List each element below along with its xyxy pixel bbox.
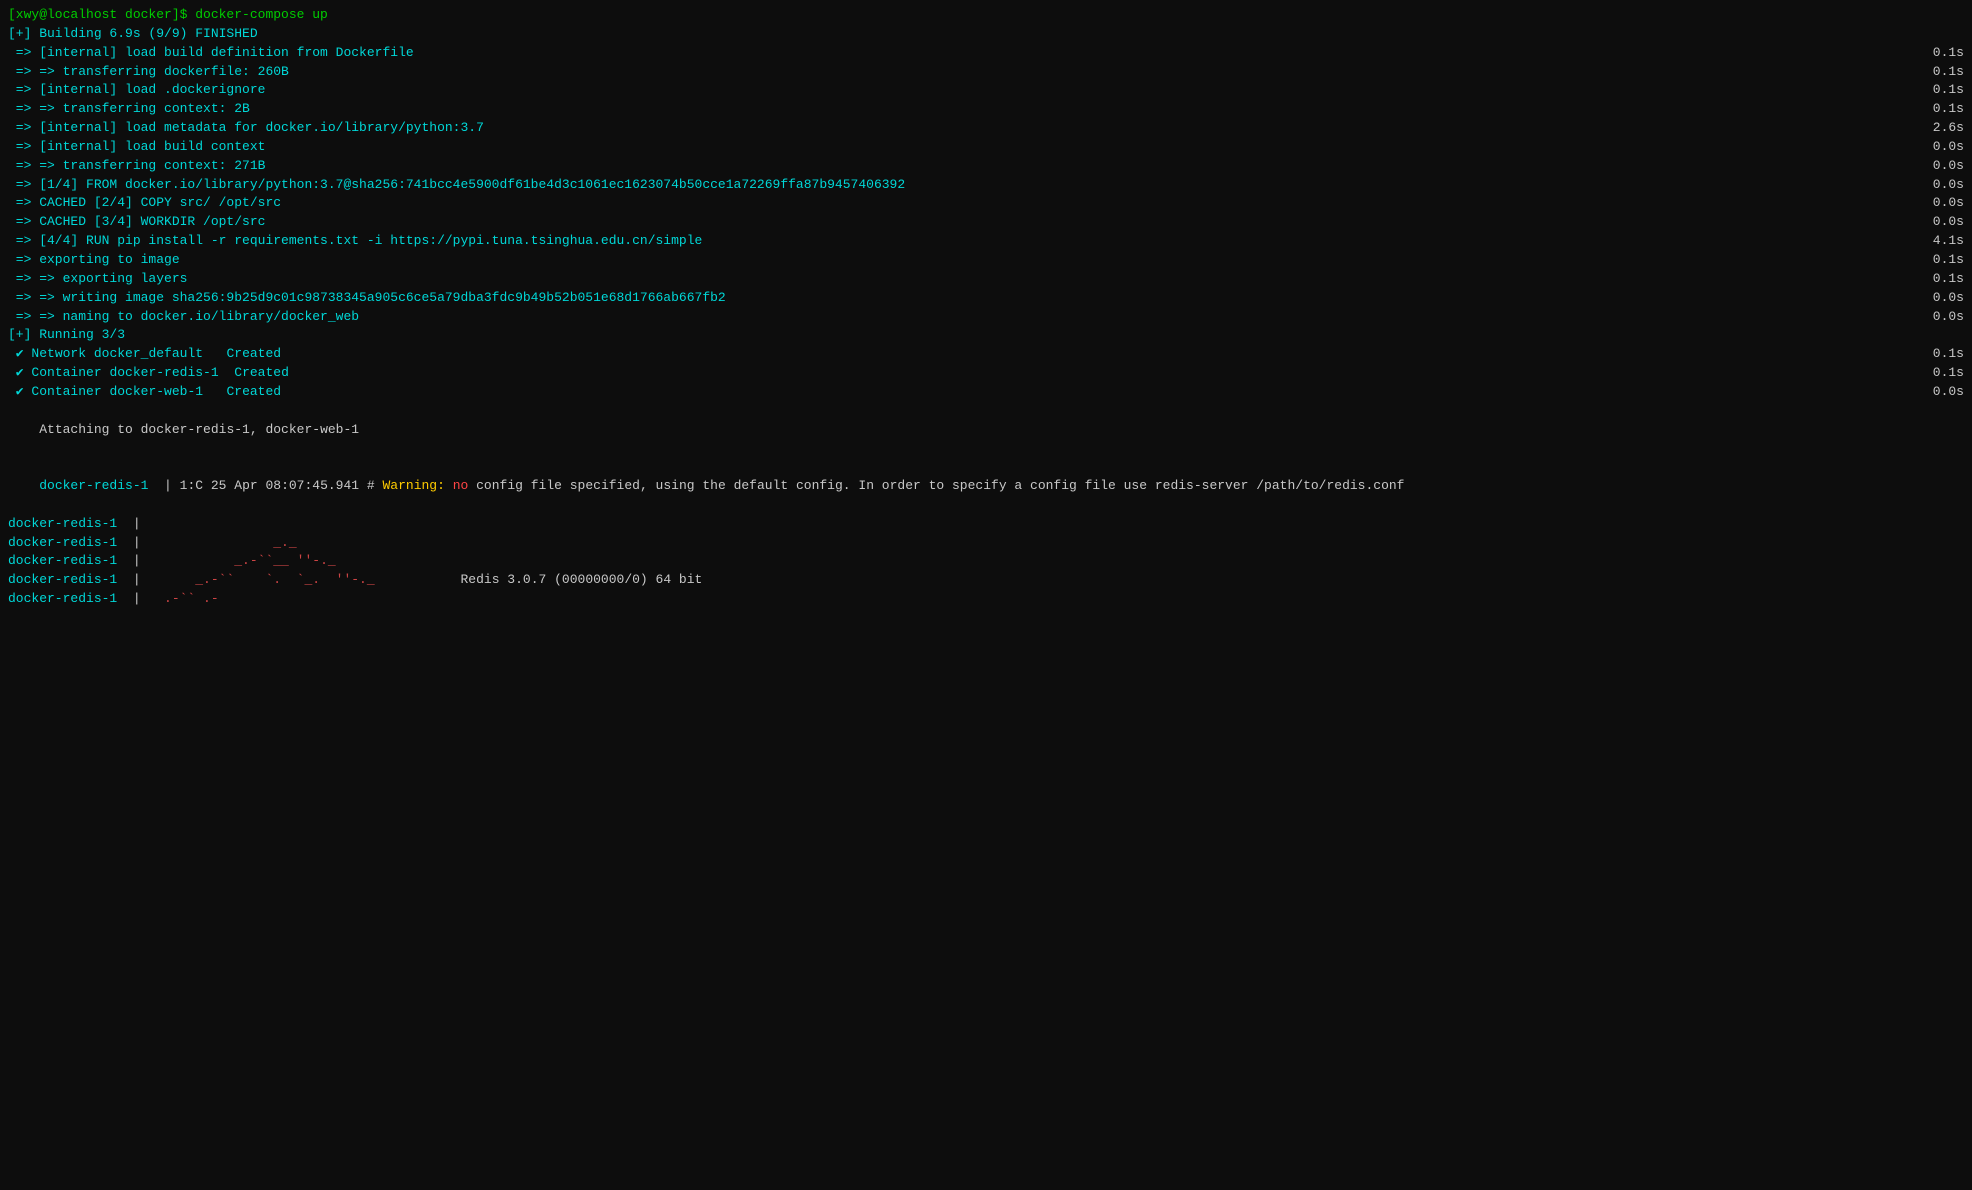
line-4: => => transferring context: 2B 0.1s (8, 100, 1964, 119)
line-8: => [1/4] FROM docker.io/library/python:3… (8, 176, 1964, 195)
line-10: => CACHED [3/4] WORKDIR /opt/src 0.0s (8, 213, 1964, 232)
line-network: ✔ Network docker_default Created 0.1s (8, 345, 1964, 364)
line-5: => [internal] load metadata for docker.i… (8, 119, 1964, 138)
prompt-text: [xwy@localhost docker]$ docker-compose u… (8, 7, 328, 22)
redis-logo-1: docker-redis-1 | (8, 515, 1964, 534)
line-2: => => transferring dockerfile: 260B 0.1s (8, 63, 1964, 82)
line-13: => => exporting layers 0.1s (8, 270, 1964, 289)
redis-logo-3: docker-redis-1 | _.-``__ ''-._ (8, 552, 1964, 571)
line-redis-warning: docker-redis-1 | 1:C 25 Apr 08:07:45.941… (8, 458, 1964, 515)
line-1: => [internal] load build definition from… (8, 44, 1964, 63)
line-9: => CACHED [2/4] COPY src/ /opt/src 0.0s (8, 194, 1964, 213)
line-running: [+] Running 3/3 (8, 326, 1964, 345)
line-7: => => transferring context: 271B 0.0s (8, 157, 1964, 176)
line-3: => [internal] load .dockerignore 0.1s (8, 81, 1964, 100)
line-11: => [4/4] RUN pip install -r requirements… (8, 232, 1964, 251)
line-6: => [internal] load build context 0.0s (8, 138, 1964, 157)
redis-logo-2: docker-redis-1 | _._ (8, 534, 1964, 553)
line-15: => => naming to docker.io/library/docker… (8, 308, 1964, 327)
line-14: => => writing image sha256:9b25d9c01c987… (8, 289, 1964, 308)
line-redis-container: ✔ Container docker-redis-1 Created 0.1s (8, 364, 1964, 383)
line-attaching: Attaching to docker-redis-1, docker-web-… (8, 402, 1964, 459)
redis-logo-5: docker-redis-1 | .-`` .- (8, 590, 1964, 609)
terminal-window: [xwy@localhost docker]$ docker-compose u… (8, 6, 1964, 609)
line-12: => exporting to image 0.1s (8, 251, 1964, 270)
line-prompt: [xwy@localhost docker]$ docker-compose u… (8, 6, 1964, 25)
line-web-container: ✔ Container docker-web-1 Created 0.0s (8, 383, 1964, 402)
redis-logo-4: docker-redis-1 | _.-`` `. `_. ''-._ Redi… (8, 571, 1964, 590)
line-building: [+] Building 6.9s (9/9) FINISHED (8, 25, 1964, 44)
